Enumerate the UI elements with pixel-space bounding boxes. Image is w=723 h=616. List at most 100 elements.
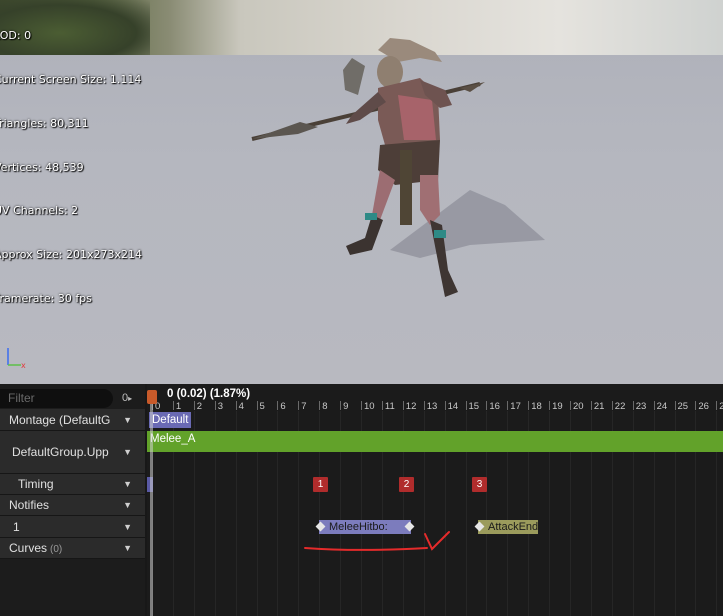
- frame-label: 21: [593, 401, 605, 412]
- frame-label: 23: [635, 401, 647, 412]
- frame-label: 27: [719, 401, 723, 412]
- frame-tick: [214, 401, 216, 410]
- frame-label: 16: [489, 401, 500, 412]
- timeline-area[interactable]: 0 1 2 3 4 5 6 7 8 9 10 11 12 13 14 15 16 17 18 19 20 21 22 23 24…: [147, 384, 723, 616]
- frame-tick: [486, 401, 488, 410]
- track-list: Filter 0▸ Montage (DefaultG ▼ DefaultGro…: [0, 384, 145, 616]
- dropdown-icon[interactable]: ▼: [123, 447, 132, 457]
- frame-tick: [319, 401, 321, 410]
- stat-framerate: Framerate: 30 fps: [0, 291, 92, 305]
- frame-tick: [277, 401, 279, 410]
- axis-x-label: x: [21, 361, 26, 369]
- stat-vertices: Vertices: 48,539: [0, 160, 84, 174]
- frame-tick: [674, 401, 676, 410]
- frame-label: 19: [552, 401, 563, 412]
- frame-label: 4: [238, 401, 244, 412]
- frame-tick: [653, 401, 655, 410]
- frame-tick: [172, 401, 174, 410]
- frame-label: 17: [510, 401, 521, 412]
- frame-label: 14: [447, 401, 459, 412]
- timing-marker-2[interactable]: 2: [399, 477, 414, 492]
- track-curves-label: Curves (0): [9, 541, 63, 555]
- frame-tick: [193, 401, 195, 410]
- annotation-scribble: [304, 531, 450, 551]
- frame-label: 26: [698, 401, 709, 412]
- track-timing-label: Timing: [18, 477, 54, 491]
- stat-approx-size: Approx Size: 201x273x214: [0, 248, 142, 262]
- frame-label: 25: [677, 401, 689, 412]
- playhead-handle[interactable]: [147, 390, 157, 404]
- track-notify-1-label: 1: [13, 519, 20, 534]
- montage-editor-panel: Filter 0▸ Montage (DefaultG ▼ DefaultGro…: [0, 384, 723, 616]
- dropdown-icon[interactable]: ▼: [123, 543, 132, 553]
- notify-start-icon: [474, 521, 485, 532]
- track-montage-label: Montage (DefaultG: [9, 412, 111, 427]
- frame-label: 12: [405, 401, 417, 412]
- track-notify-1[interactable]: 1 ▼: [0, 516, 145, 538]
- frame-tick: [298, 401, 300, 410]
- frame-tick: [256, 401, 258, 410]
- frame-label: 24: [656, 401, 668, 412]
- frame-tick: [570, 401, 571, 410]
- frame-tick: [381, 401, 383, 410]
- section-tag[interactable]: Default: [149, 412, 192, 428]
- track-montage[interactable]: Montage (DefaultG ▼: [0, 409, 145, 431]
- frame-tick: [361, 401, 362, 410]
- frame-tick: [632, 401, 634, 410]
- frame-tick: [507, 401, 509, 410]
- axis-gizmo-icon: x: [7, 348, 26, 369]
- frame-label: 8: [322, 401, 328, 412]
- frame-label: 1: [175, 401, 182, 412]
- frame-label: 11: [384, 401, 395, 412]
- track-timing[interactable]: Timing ▼: [0, 474, 145, 495]
- frame-tick: [528, 401, 530, 410]
- dropdown-icon[interactable]: ▼: [123, 415, 132, 425]
- frame-label: 22: [614, 401, 626, 412]
- frame-tick: [444, 401, 446, 410]
- dropdown-icon[interactable]: ▼: [123, 479, 132, 489]
- stat-uv-channels: UV Channels: 2: [0, 204, 79, 218]
- frame-label: 5: [259, 401, 265, 412]
- frame-tick: [716, 401, 718, 410]
- track-notifies[interactable]: Notifies ▼: [0, 495, 145, 516]
- timing-marker-1[interactable]: 1: [313, 477, 328, 492]
- frame-tick: [611, 401, 613, 410]
- dropdown-icon[interactable]: ▼: [123, 500, 132, 510]
- frame-tick: [340, 401, 342, 410]
- frame-tick: [423, 401, 425, 410]
- frame-label: 2: [196, 401, 203, 412]
- frame-label: 10: [364, 401, 375, 412]
- track-curves[interactable]: Curves (0) ▼: [0, 538, 145, 559]
- track-notifies-label: Notifies: [9, 498, 50, 512]
- frame-label: 9: [343, 401, 349, 412]
- slot-bar[interactable]: Melee_A: [147, 431, 723, 452]
- timing-marker-3[interactable]: 3: [472, 477, 487, 492]
- frame-tick: [402, 401, 404, 410]
- notify-attack-end[interactable]: AttackEnd: [474, 520, 539, 534]
- frame-tick: [590, 401, 592, 410]
- animation-viewport[interactable]: LOD: 0 Current Screen Size: 1.114 Triang…: [0, 0, 723, 384]
- track-slot-label: DefaultGroup.Upp: [12, 445, 109, 459]
- playhead-line[interactable]: [150, 391, 153, 616]
- viewport-stats: LOD: 0 Current Screen Size: 1.114 Triang…: [0, 0, 142, 336]
- track-zero-label: 0▸: [122, 392, 133, 404]
- track-slot[interactable]: DefaultGroup.Upp ▼: [0, 431, 145, 474]
- stat-screen-size: Current Screen Size: 1.114: [0, 72, 142, 86]
- frame-tick: [235, 401, 237, 410]
- frame-tick: [465, 401, 467, 410]
- frame-label: 13: [426, 401, 438, 412]
- notify-attack-end-label: AttackEnd: [488, 521, 539, 533]
- stat-triangles: Triangles: 80,311: [0, 116, 89, 130]
- frame-tick: [695, 401, 697, 410]
- frame-label: 3: [217, 401, 223, 412]
- filter-input[interactable]: Filter: [0, 389, 113, 408]
- stat-lod: LOD: 0: [0, 29, 32, 43]
- frame-label: 6: [280, 401, 286, 412]
- frame-label: 20: [573, 401, 584, 412]
- frame-label: 7: [301, 401, 307, 412]
- current-frame-label: 0 (0.02) (1.87%): [167, 388, 251, 400]
- frame-tick: [549, 401, 551, 410]
- frame-label: 15: [468, 401, 480, 412]
- dropdown-icon[interactable]: ▼: [123, 522, 132, 532]
- frame-label: 18: [531, 401, 542, 412]
